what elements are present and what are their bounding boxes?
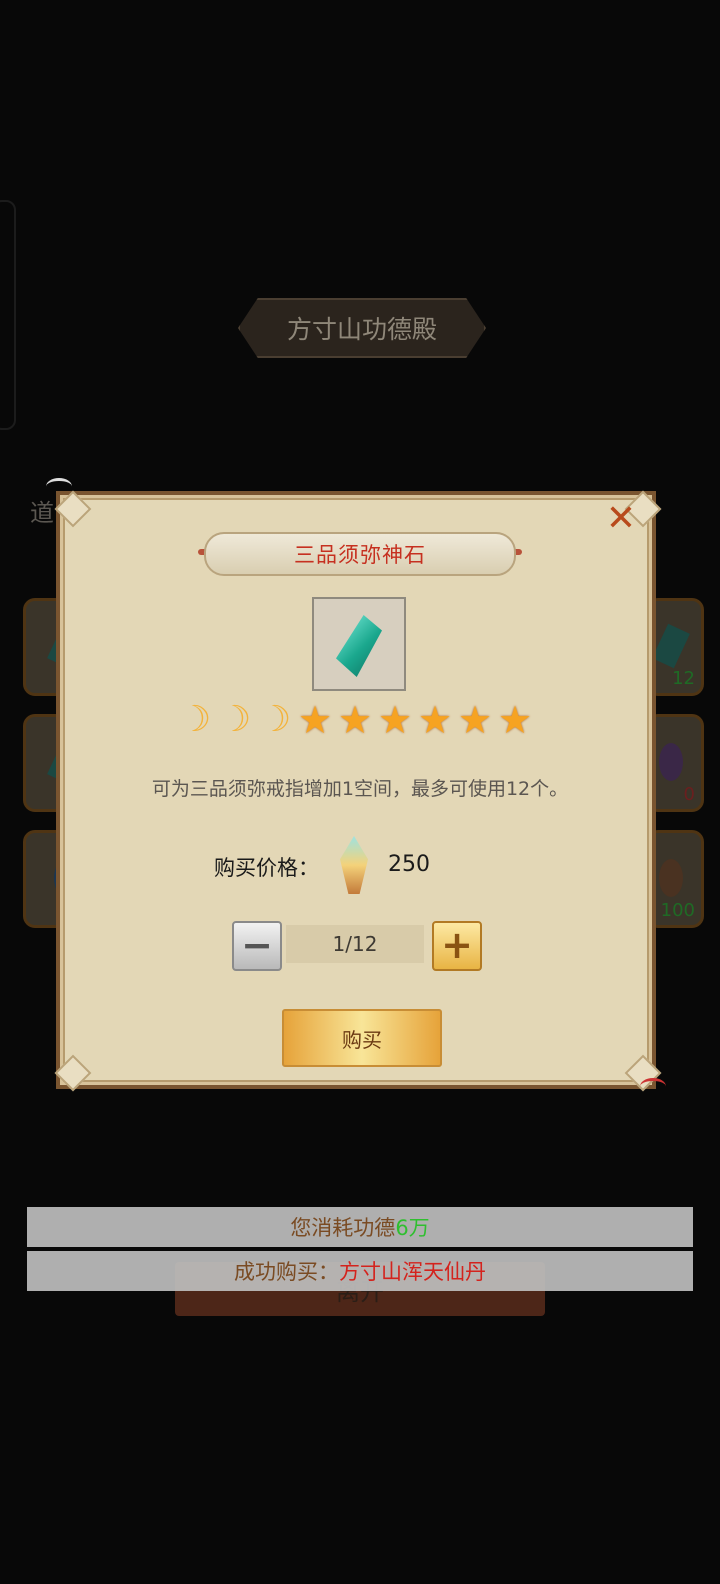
star-icon: ★ [337, 698, 373, 742]
moon-icon: ☽ [218, 699, 252, 740]
consume-toast: 您消耗功德 6万 [27, 1207, 693, 1247]
moon-icon: ☽ [258, 699, 292, 740]
purchase-prefix: 成功购买： [234, 1260, 339, 1284]
consume-amount: 6万 [395, 1216, 430, 1240]
item-count: 100 [660, 900, 695, 921]
moon-icon: ☽ [178, 699, 212, 740]
item-count: 0 [683, 784, 695, 805]
buy-button[interactable]: 购买 [282, 1009, 442, 1067]
item-rating: ☽ ☽ ☽ ★ ★ ★ ★ ★ ★ [176, 700, 544, 744]
crane-ornament [640, 1078, 666, 1095]
crystal-icon [336, 615, 382, 677]
purchase-item: 方寸山浑天仙丹 [339, 1260, 486, 1284]
price-label: 购买价格： [214, 856, 319, 880]
tab-label[interactable]: 道 [30, 493, 54, 528]
item-name-banner: 三品须弥神石 [204, 532, 516, 576]
quantity-field[interactable]: 1/12 [286, 925, 424, 963]
crane-ornament [46, 478, 72, 495]
shop-title: 方寸山功德殿 [238, 298, 486, 358]
star-icon: ★ [497, 698, 533, 742]
plus-icon: + [441, 923, 473, 967]
increase-quantity-button[interactable]: + [432, 921, 482, 971]
purchase-toast: 成功购买： 方寸山浑天仙丹 [27, 1251, 693, 1291]
item-name: 三品须弥神石 [294, 543, 426, 567]
price-value: 250 [388, 852, 430, 877]
side-panel-frame [0, 200, 16, 430]
pill-icon [659, 859, 683, 897]
decrease-quantity-button[interactable]: − [232, 921, 282, 971]
star-icon: ★ [457, 698, 493, 742]
gem-icon [652, 623, 690, 669]
orb-icon [659, 743, 683, 781]
star-icon: ★ [377, 698, 413, 742]
minus-icon: − [241, 923, 273, 967]
close-icon[interactable]: ✕ [604, 501, 638, 537]
item-image-frame [312, 597, 406, 691]
item-description: 可为三品须弥戒指增加1空间，最多可使用12个。 [151, 778, 569, 800]
star-icon: ★ [297, 698, 333, 742]
consume-prefix: 您消耗功德 [290, 1216, 396, 1240]
item-count: 12 [672, 668, 695, 689]
star-icon: ★ [417, 698, 453, 742]
